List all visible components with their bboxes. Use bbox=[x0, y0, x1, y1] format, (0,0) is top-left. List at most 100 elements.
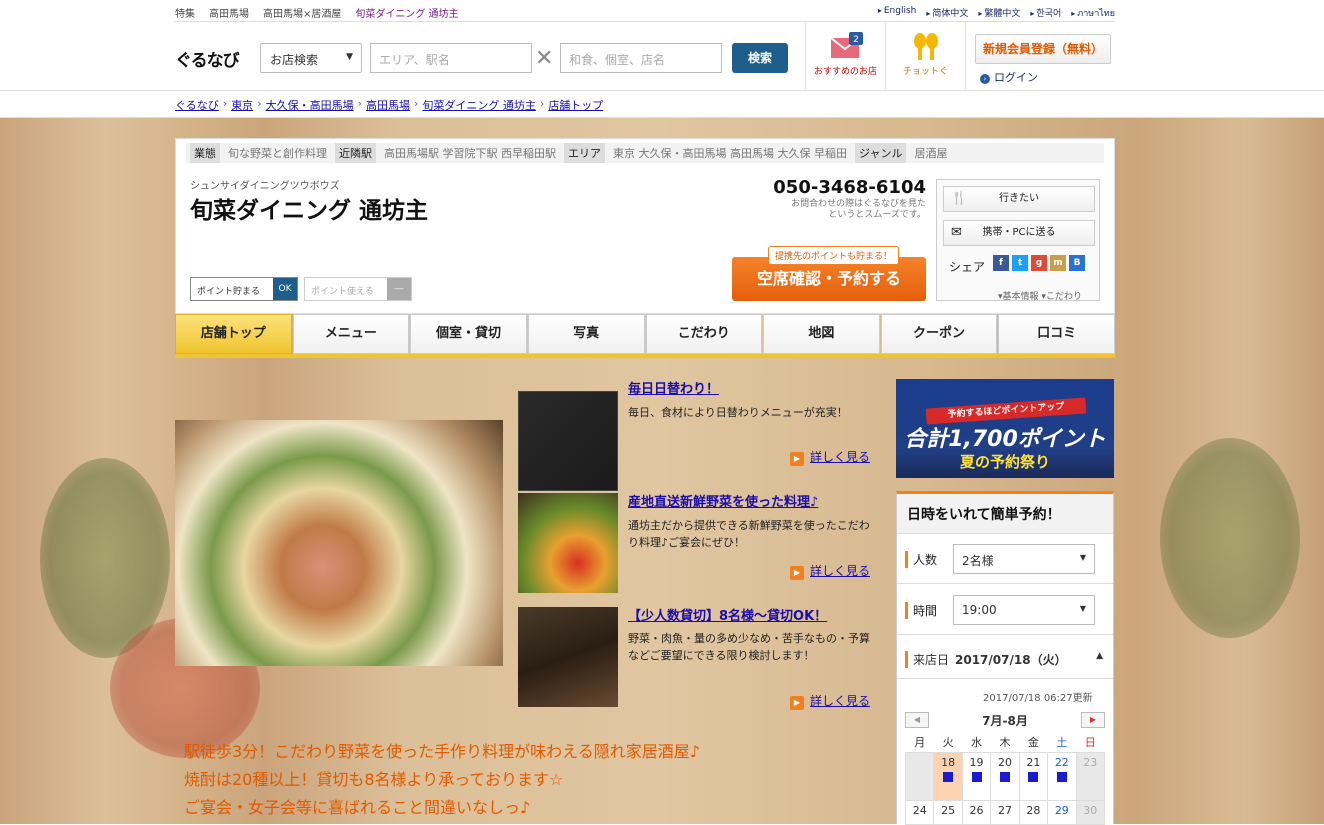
keyword-input[interactable]: 和食、個室、店名 bbox=[560, 43, 722, 73]
lang-simplified-chinese[interactable]: 简体中文 bbox=[926, 6, 968, 20]
hatena-icon[interactable]: B bbox=[1069, 255, 1085, 271]
site-header: ぐるなび お店検索 ▼ エリア、駅名 ✕ 和食、個室、店名 検索 2 おすすめのお… bbox=[0, 22, 1324, 90]
tab-photos[interactable]: 写真 bbox=[527, 314, 645, 354]
feature-desc: 毎日、食材により日替わりメニューが充実！ bbox=[628, 406, 848, 419]
catch-line: 焼酎は20種以上！貸切も8名様より承っております☆ bbox=[184, 770, 564, 789]
lang-thai[interactable]: ภาษาไทย bbox=[1071, 6, 1115, 20]
top-crumb-genre[interactable]: 高田馬場×居酒屋 bbox=[263, 5, 341, 20]
calendar-day[interactable]: 26 bbox=[961, 799, 992, 825]
phone-note-line: というとスムーズです。 bbox=[828, 210, 926, 220]
share-buttons: f t g m B bbox=[993, 255, 1085, 271]
recommended-shops-button[interactable]: 2 おすすめのお店 bbox=[805, 22, 885, 90]
tag-value[interactable]: 東京 大久保・高田馬場 高田馬場 大久保 早稲田 bbox=[613, 145, 847, 161]
date-row[interactable]: 来店日 2017/07/18（火） ▲ bbox=[897, 637, 1113, 679]
phone-note-line: お問合わせの際はぐるなびを見た bbox=[791, 199, 926, 209]
top-crumb-area[interactable]: 高田馬場 bbox=[209, 5, 249, 20]
top-crumb-feature[interactable]: 特集 bbox=[175, 5, 195, 20]
twitter-icon[interactable]: t bbox=[1012, 255, 1028, 271]
tab-reviews[interactable]: 口コミ bbox=[998, 314, 1115, 354]
chevron-up-icon[interactable]: ▲ bbox=[1096, 651, 1103, 661]
lang-traditional-chinese[interactable]: 繁體中文 bbox=[978, 6, 1020, 20]
top-bar: 特集 高田馬場 高田馬場×居酒屋 旬菜ダイニング 通坊主 English 简体中… bbox=[0, 0, 1324, 22]
feature-more-link[interactable]: 詳しく見る bbox=[790, 448, 870, 466]
search-button[interactable]: 検索 bbox=[732, 43, 788, 73]
calendar-day[interactable]: 20 bbox=[990, 751, 1020, 801]
next-month-button[interactable]: ▶ bbox=[1081, 712, 1105, 728]
time-select[interactable]: 19:00 bbox=[953, 595, 1095, 625]
feature-photo-vegetables[interactable] bbox=[518, 493, 618, 593]
prev-month-button[interactable]: ◀ bbox=[905, 712, 929, 728]
calendar-day[interactable]: 24 bbox=[904, 799, 935, 825]
top-crumb-shop[interactable]: 旬菜ダイニング 通坊主 bbox=[355, 5, 458, 20]
breadcrumb-okubo[interactable]: 大久保・高田馬場 bbox=[266, 97, 354, 113]
calendar-day[interactable]: 21 bbox=[1018, 751, 1049, 801]
weekday: 月 bbox=[914, 735, 926, 749]
feature-title[interactable]: 【少人数貸切】8名様～貸切OK！ bbox=[628, 605, 827, 624]
weekday: 火 bbox=[942, 735, 954, 749]
kodawari-link[interactable]: こだわり bbox=[1046, 292, 1082, 302]
day-number: 26 bbox=[969, 803, 984, 817]
basic-info-link[interactable]: 基本情報 bbox=[1003, 292, 1039, 302]
lang-korean[interactable]: 한국어 bbox=[1030, 6, 1061, 20]
quick-reserve-title: 日時をいれて簡単予約！ bbox=[897, 494, 1113, 534]
tag-value[interactable]: 居酒屋 bbox=[914, 145, 947, 161]
facebook-icon[interactable]: f bbox=[993, 255, 1009, 271]
point-use-status: ― bbox=[387, 278, 411, 300]
feature-photo-interior[interactable] bbox=[518, 607, 618, 707]
tab-map[interactable]: 地図 bbox=[763, 314, 880, 354]
area-input[interactable]: エリア、駅名 bbox=[370, 43, 532, 73]
mixi-icon[interactable]: m bbox=[1050, 255, 1066, 271]
day-number: 23 bbox=[1083, 755, 1098, 769]
summer-promo-banner[interactable]: 予約するほどポイントアップ 合計1,700ポイント 夏の予約祭り bbox=[896, 379, 1114, 478]
chevron-down-icon: ▼ bbox=[346, 52, 353, 62]
calendar-day[interactable]: 19 bbox=[961, 751, 992, 801]
calendar-day[interactable]: 28 bbox=[1018, 799, 1049, 825]
feature-photo-chalkboard[interactable] bbox=[518, 391, 618, 491]
tab-private-room[interactable]: 個室・貸切 bbox=[410, 314, 527, 354]
tab-shop-top[interactable]: 店舗トップ bbox=[175, 314, 292, 354]
phone-note: お問合わせの際はぐるなびを見た というとスムーズです。 bbox=[756, 199, 926, 221]
feature-title[interactable]: 産地直送新鮮野菜を使った料理♪ bbox=[628, 491, 818, 510]
breadcrumb-tokyo[interactable]: 東京 bbox=[231, 97, 253, 113]
feature-more-link[interactable]: 詳しく見る bbox=[790, 562, 870, 580]
login-label: ログイン bbox=[994, 71, 1038, 84]
point-note: 提携先のポイントも貯まる！ bbox=[768, 246, 900, 265]
language-links: English 简体中文 繁體中文 한국어 ภาษาไทย bbox=[878, 6, 1115, 20]
calendar-day[interactable]: 18 bbox=[933, 751, 963, 801]
choi-button[interactable]: チョットぐ bbox=[885, 22, 965, 90]
feature-more-link[interactable]: 詳しく見る bbox=[790, 692, 870, 710]
calendar-day[interactable]: 25 bbox=[933, 799, 963, 825]
google-plus-icon[interactable]: g bbox=[1031, 255, 1047, 271]
tab-kodawari[interactable]: こだわり bbox=[645, 314, 763, 354]
tab-coupon[interactable]: クーポン bbox=[880, 314, 998, 354]
day-number: 28 bbox=[1026, 803, 1041, 817]
tab-menu[interactable]: メニュー bbox=[292, 314, 410, 354]
register-button[interactable]: 新規会員登録（無料） bbox=[975, 34, 1111, 64]
feature-title[interactable]: 毎日日替わり！ bbox=[628, 378, 719, 397]
calendar-day-empty bbox=[904, 751, 935, 801]
breadcrumb-gnavi[interactable]: ぐるなび bbox=[175, 97, 219, 113]
main-dish-photo[interactable] bbox=[175, 420, 503, 666]
gnavi-logo[interactable]: ぐるなび bbox=[175, 46, 240, 71]
feature-desc: 野菜・肉魚・量の多め少なめ・苦手なもの・予算などご要望にできる限り検討します！ bbox=[628, 632, 870, 662]
people-select[interactable]: 2名様 bbox=[953, 544, 1095, 574]
mail-icon: 2 bbox=[829, 32, 863, 58]
search-type-select[interactable]: お店検索 ▼ bbox=[260, 43, 362, 73]
available-icon bbox=[943, 771, 954, 782]
shop-name: 旬菜ダイニング 通坊主 bbox=[190, 198, 429, 224]
shop-info-panel: 業態 旬な野菜と創作料理 近隣駅 高田馬場駅 学習院下駅 西早稲田駅 エリア 東京 大… bbox=[175, 138, 1115, 314]
send-to-phone-button[interactable]: ✉ 携帯・PCに送る bbox=[943, 220, 1095, 246]
lang-english[interactable]: English bbox=[878, 6, 917, 20]
want-to-go-label: 行きたい bbox=[999, 193, 1039, 204]
breadcrumb-shop-top[interactable]: 店舗トップ bbox=[548, 97, 603, 113]
tag-value[interactable]: 高田馬場駅 学習院下駅 西早稲田駅 bbox=[384, 145, 556, 161]
point-save-label: ポイント貯まる bbox=[197, 287, 261, 297]
calendar-day[interactable]: 22 bbox=[1047, 751, 1077, 801]
login-link[interactable]: › ログイン bbox=[980, 69, 1038, 85]
calendar-day[interactable]: 27 bbox=[990, 799, 1020, 825]
breadcrumb-takadanobaba[interactable]: 高田馬場 bbox=[366, 97, 410, 113]
breadcrumb-shop[interactable]: 旬菜ダイニング 通坊主 bbox=[422, 97, 536, 113]
calendar-day[interactable]: 29 bbox=[1047, 799, 1077, 825]
want-to-go-button[interactable]: 🍴 行きたい bbox=[943, 186, 1095, 212]
sub-links: ▾基本情報 ▾こだわり bbox=[998, 292, 1082, 302]
